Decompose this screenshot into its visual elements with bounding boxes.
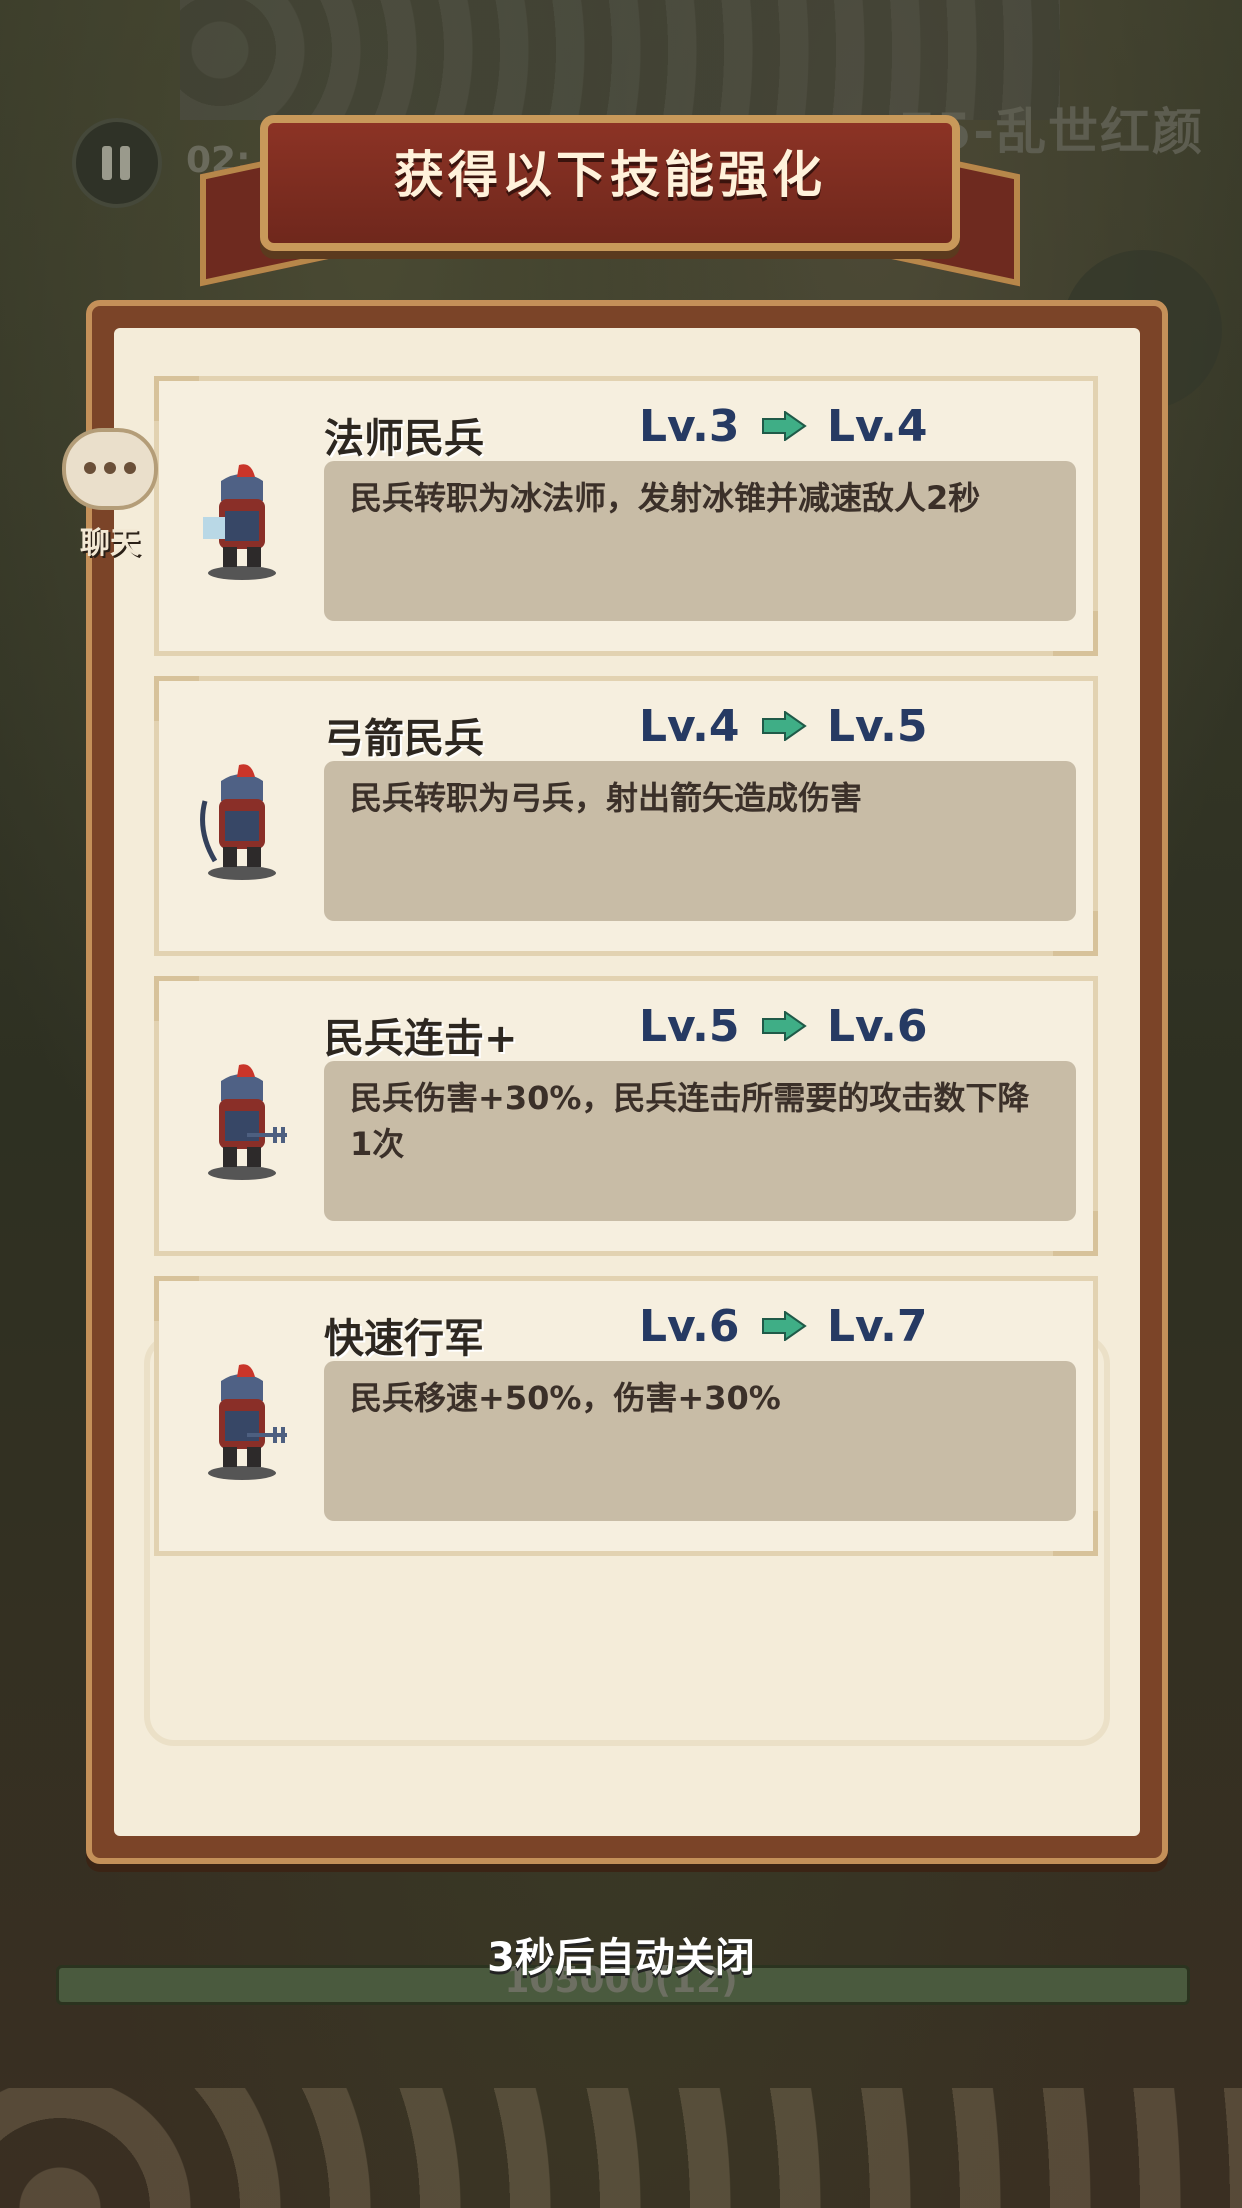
skill-name: 弓箭民兵 <box>324 716 484 762</box>
level-to: Lv.6 <box>827 1001 928 1052</box>
skill-description: 民兵转职为冰法师，发射冰锥并减速敌人2秒 <box>324 461 1076 621</box>
pause-button[interactable] <box>72 118 162 208</box>
upgrade-arrow-icon <box>762 411 807 441</box>
skill-description: 民兵伤害+30%，民兵连击所需要的攻击数下降1次 <box>324 1061 1076 1221</box>
level-to: Lv.5 <box>827 701 928 752</box>
chat-button[interactable]: 聊天 <box>62 428 162 561</box>
auto-close-text: 3秒后自动关闭 <box>487 1935 755 1981</box>
militia-archer-icon <box>200 764 276 880</box>
upgrade-arrow-icon <box>762 1011 807 1041</box>
skill-name: 快速行军 <box>324 1316 484 1362</box>
upgrade-arrow-icon <box>762 1311 807 1341</box>
level-to: Lv.7 <box>827 1301 928 1352</box>
chat-label: 聊天 <box>80 526 140 561</box>
upgrade-arrow-icon <box>762 711 807 741</box>
militia-mage-icon <box>203 464 276 580</box>
skill-card-1: 法师民兵 Lv.3 Lv.4 民兵转职为冰法师，发射冰锥并减速敌人2秒 <box>154 376 1098 656</box>
skill-card-2: 弓箭民兵 Lv.4 Lv.5 民兵转职为弓兵，射出箭矢造成伤害 <box>154 676 1098 956</box>
militia-spearman-icon <box>208 1364 287 1480</box>
chat-bubble-icon <box>62 428 158 510</box>
skill-name: 民兵连击+ <box>324 1016 518 1062</box>
skill-description: 民兵转职为弓兵，射出箭矢造成伤害 <box>324 761 1076 921</box>
skill-card-3: 民兵连击+ Lv.5 Lv.6 民兵伤害+30%，民兵连击所需要的攻击数下降1次 <box>154 976 1098 1256</box>
militia-spearman-icon <box>208 1064 287 1180</box>
level-from: Lv.6 <box>639 1301 740 1352</box>
skill-card-4: 快速行军 Lv.6 Lv.7 民兵移速+50%，伤害+30% <box>154 1276 1098 1556</box>
level-from: Lv.5 <box>639 1001 740 1052</box>
skill-name: 法师民兵 <box>324 416 484 462</box>
skill-description: 民兵移速+50%，伤害+30% <box>324 1361 1076 1521</box>
cloud-decoration <box>0 2088 1242 2208</box>
skill-upgrade-panel: 法师民兵 Lv.3 Lv.4 民兵转职为冰法师，发射冰锥并减速敌人2秒 弓箭民兵… <box>86 300 1168 1864</box>
level-to: Lv.4 <box>827 401 928 452</box>
level-from: Lv.4 <box>639 701 740 752</box>
title-banner: 获得以下技能强化 <box>200 95 1020 287</box>
banner-title: 获得以下技能强化 <box>394 146 826 204</box>
level-from: Lv.3 <box>639 401 740 452</box>
